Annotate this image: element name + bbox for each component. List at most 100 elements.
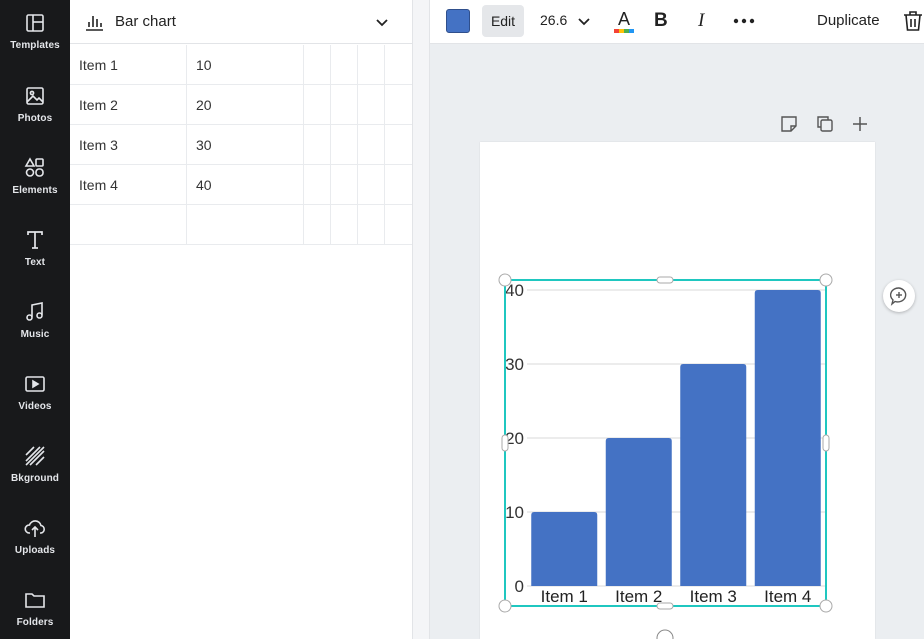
chevron-down-icon[interactable] (577, 14, 591, 28)
table-cell[interactable] (385, 85, 412, 125)
sidebar-item-label: Videos (18, 401, 52, 412)
table-cell-value[interactable]: 10 (187, 45, 304, 85)
table-cell[interactable] (358, 165, 385, 205)
sidebar-item-templates[interactable]: Templates (0, 12, 70, 78)
comment-button[interactable] (883, 280, 915, 312)
table-cell[interactable] (358, 205, 385, 245)
copy-page-icon[interactable] (816, 115, 834, 133)
comment-add-icon (889, 287, 907, 306)
color-swatch-button[interactable] (446, 9, 470, 33)
table-cell[interactable] (358, 45, 385, 85)
table-cell[interactable] (331, 45, 358, 85)
table-cell-label[interactable]: Item 1 (70, 45, 187, 85)
side-rail: Templates Photos Elements Text Music Vid… (0, 0, 70, 639)
table-row: Item 2 20 (70, 85, 412, 125)
sidebar-item-label: Elements (12, 185, 58, 196)
sidebar-item-label: Text (24, 257, 46, 268)
text-icon (27, 231, 43, 249)
trash-icon[interactable] (903, 10, 923, 32)
chart-type-label: Bar chart (115, 13, 176, 30)
chart-data-panel: Bar chart Item 1 10 Item 2 20 Item 3 30 (70, 0, 412, 639)
bar[interactable] (531, 512, 598, 586)
chart-type-selector[interactable]: Bar chart (70, 0, 412, 44)
resize-handle[interactable] (819, 599, 833, 613)
chevron-down-icon[interactable] (374, 14, 390, 30)
x-tick-label: Item 4 (764, 587, 811, 606)
sidebar-item-photos[interactable]: Photos (0, 85, 70, 151)
note-icon[interactable] (780, 115, 798, 133)
table-row: Item 1 10 (70, 45, 412, 85)
sidebar-item-videos[interactable]: Videos (0, 373, 70, 439)
elements-icon (24, 157, 44, 177)
table-cell[interactable] (331, 205, 358, 245)
sidebar-item-text[interactable]: Text (0, 229, 70, 295)
add-page-icon[interactable] (851, 115, 869, 133)
table-cell-label[interactable] (70, 205, 187, 245)
table-cell[interactable] (358, 85, 385, 125)
resize-handle[interactable] (498, 273, 512, 287)
templates-icon (26, 14, 44, 32)
bar-chart-icon (86, 16, 103, 31)
bar[interactable] (680, 364, 747, 586)
font-size-value[interactable]: 26.6 (540, 12, 567, 28)
y-tick-label: 30 (505, 355, 524, 374)
x-tick-label: Item 2 (615, 587, 662, 606)
sidebar-item-uploads[interactable]: Uploads (0, 517, 70, 583)
resize-handle[interactable] (822, 434, 830, 452)
table-cell-value[interactable] (187, 205, 304, 245)
sidebar-item-background[interactable]: Bkground (0, 445, 70, 511)
editor-toolbar: Edit 26.6 A B I Duplicate (430, 0, 924, 44)
sidebar-item-music[interactable]: Music (0, 301, 70, 367)
svg-text:A: A (618, 9, 630, 29)
y-tick-label: 10 (505, 503, 524, 522)
table-cell[interactable] (304, 85, 331, 125)
uploads-icon (24, 520, 45, 537)
table-cell[interactable] (304, 45, 331, 85)
table-row: Item 3 30 (70, 125, 412, 165)
bar[interactable] (605, 438, 672, 586)
panel-collapse-handle[interactable] (412, 0, 430, 639)
x-tick-label: Item 3 (690, 587, 737, 606)
background-icon (25, 446, 45, 466)
table-cell-label[interactable]: Item 3 (70, 125, 187, 165)
table-cell[interactable] (385, 165, 412, 205)
y-tick-label: 0 (515, 577, 524, 596)
sidebar-item-folders[interactable]: Folders (0, 589, 70, 639)
resize-handle[interactable] (656, 276, 674, 284)
sidebar-item-label: Folders (16, 617, 54, 628)
resize-handle[interactable] (498, 599, 512, 613)
x-tick-label: Item 1 (541, 587, 588, 606)
table-cell[interactable] (358, 125, 385, 165)
edit-button[interactable]: Edit (482, 5, 524, 37)
italic-button[interactable]: I (698, 10, 704, 32)
table-row: Item 4 40 (70, 165, 412, 205)
resize-handle[interactable] (819, 273, 833, 287)
table-cell[interactable] (304, 205, 331, 245)
table-cell[interactable] (331, 165, 358, 205)
table-cell-value[interactable]: 30 (187, 125, 304, 165)
table-cell[interactable] (385, 205, 412, 245)
sidebar-item-label: Bkground (10, 473, 60, 484)
sidebar-item-label: Uploads (14, 545, 56, 556)
table-cell[interactable] (331, 85, 358, 125)
more-options-icon[interactable] (732, 13, 756, 29)
table-cell[interactable] (304, 165, 331, 205)
resize-handle[interactable] (656, 602, 674, 610)
table-cell[interactable] (385, 125, 412, 165)
sidebar-item-label: Templates (10, 40, 60, 51)
resize-handle[interactable] (501, 434, 509, 452)
table-cell-value[interactable]: 40 (187, 165, 304, 205)
bar[interactable] (754, 290, 821, 586)
table-cell[interactable] (331, 125, 358, 165)
table-cell-value[interactable]: 20 (187, 85, 304, 125)
bold-button[interactable]: B (654, 10, 668, 32)
text-color-icon[interactable]: A (612, 8, 636, 34)
table-cell[interactable] (304, 125, 331, 165)
table-cell[interactable] (385, 45, 412, 85)
sidebar-item-elements[interactable]: Elements (0, 157, 70, 223)
table-cell-label[interactable]: Item 2 (70, 85, 187, 125)
sidebar-item-label: Music (20, 329, 50, 340)
table-cell-label[interactable]: Item 4 (70, 165, 187, 205)
duplicate-button[interactable]: Duplicate (817, 12, 880, 29)
data-table: Item 1 10 Item 2 20 Item 3 30 Item 4 40 (70, 45, 412, 245)
